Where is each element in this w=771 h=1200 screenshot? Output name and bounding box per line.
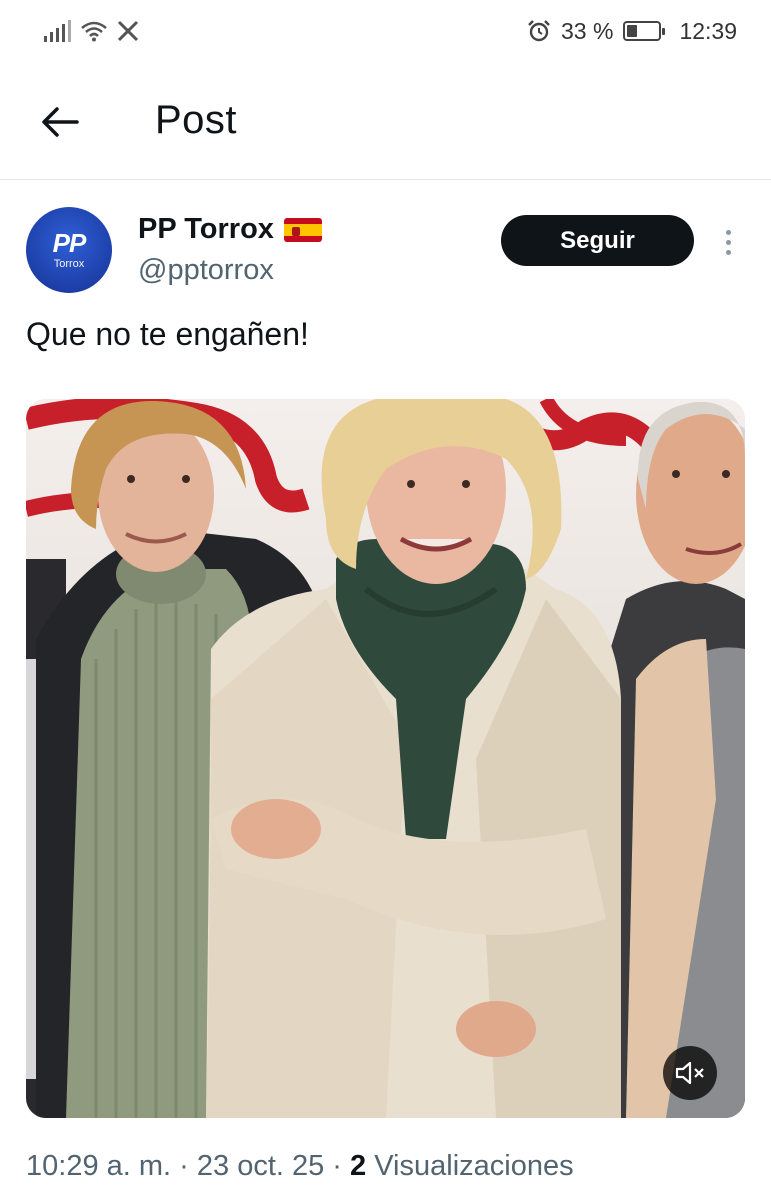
- clock: 12:39: [679, 17, 737, 44]
- author-name[interactable]: PP Torrox: [138, 213, 322, 246]
- avatar-logo-text: PP: [52, 228, 87, 258]
- post-meta: 10:29 a. m. · 23 oct. 25 · 2 Visualizaci…: [26, 1150, 574, 1183]
- meta-separator: ·: [324, 1150, 351, 1182]
- avatar-logo-subtext: Torrox: [53, 258, 85, 270]
- wifi-icon: [81, 21, 107, 42]
- battery-icon: [623, 21, 666, 41]
- top-bar: Post: [0, 62, 771, 180]
- views-count[interactable]: 2: [350, 1150, 366, 1182]
- post-text: Que no te engañen!: [26, 316, 309, 352]
- post-video[interactable]: [26, 399, 745, 1118]
- spain-flag-icon: [283, 217, 322, 242]
- signal-icon: [44, 20, 71, 42]
- more-options-icon[interactable]: [718, 222, 738, 262]
- back-button[interactable]: [40, 102, 80, 142]
- meta-separator: ·: [171, 1150, 197, 1182]
- speaker-muted-icon: [675, 1061, 704, 1085]
- arrow-left-icon: [42, 107, 79, 137]
- status-bar: 33 % 12:39: [0, 0, 771, 62]
- page-title: Post: [155, 98, 238, 142]
- post-date: 23 oct. 25: [196, 1150, 325, 1182]
- author-handle[interactable]: @pptorrox: [138, 254, 274, 287]
- mute-button[interactable]: [663, 1046, 717, 1100]
- post-time: 10:29 a. m.: [26, 1150, 172, 1182]
- avatar[interactable]: PP Torrox: [26, 207, 112, 293]
- battery-percent: 33 %: [561, 17, 614, 44]
- x-app-icon: [117, 20, 139, 42]
- video-frame: [26, 399, 745, 1118]
- alarm-icon: [528, 20, 550, 42]
- views-label[interactable]: Visualizaciones: [366, 1150, 573, 1182]
- author-name-text: PP Torrox: [138, 213, 274, 245]
- follow-button[interactable]: Seguir: [501, 215, 694, 266]
